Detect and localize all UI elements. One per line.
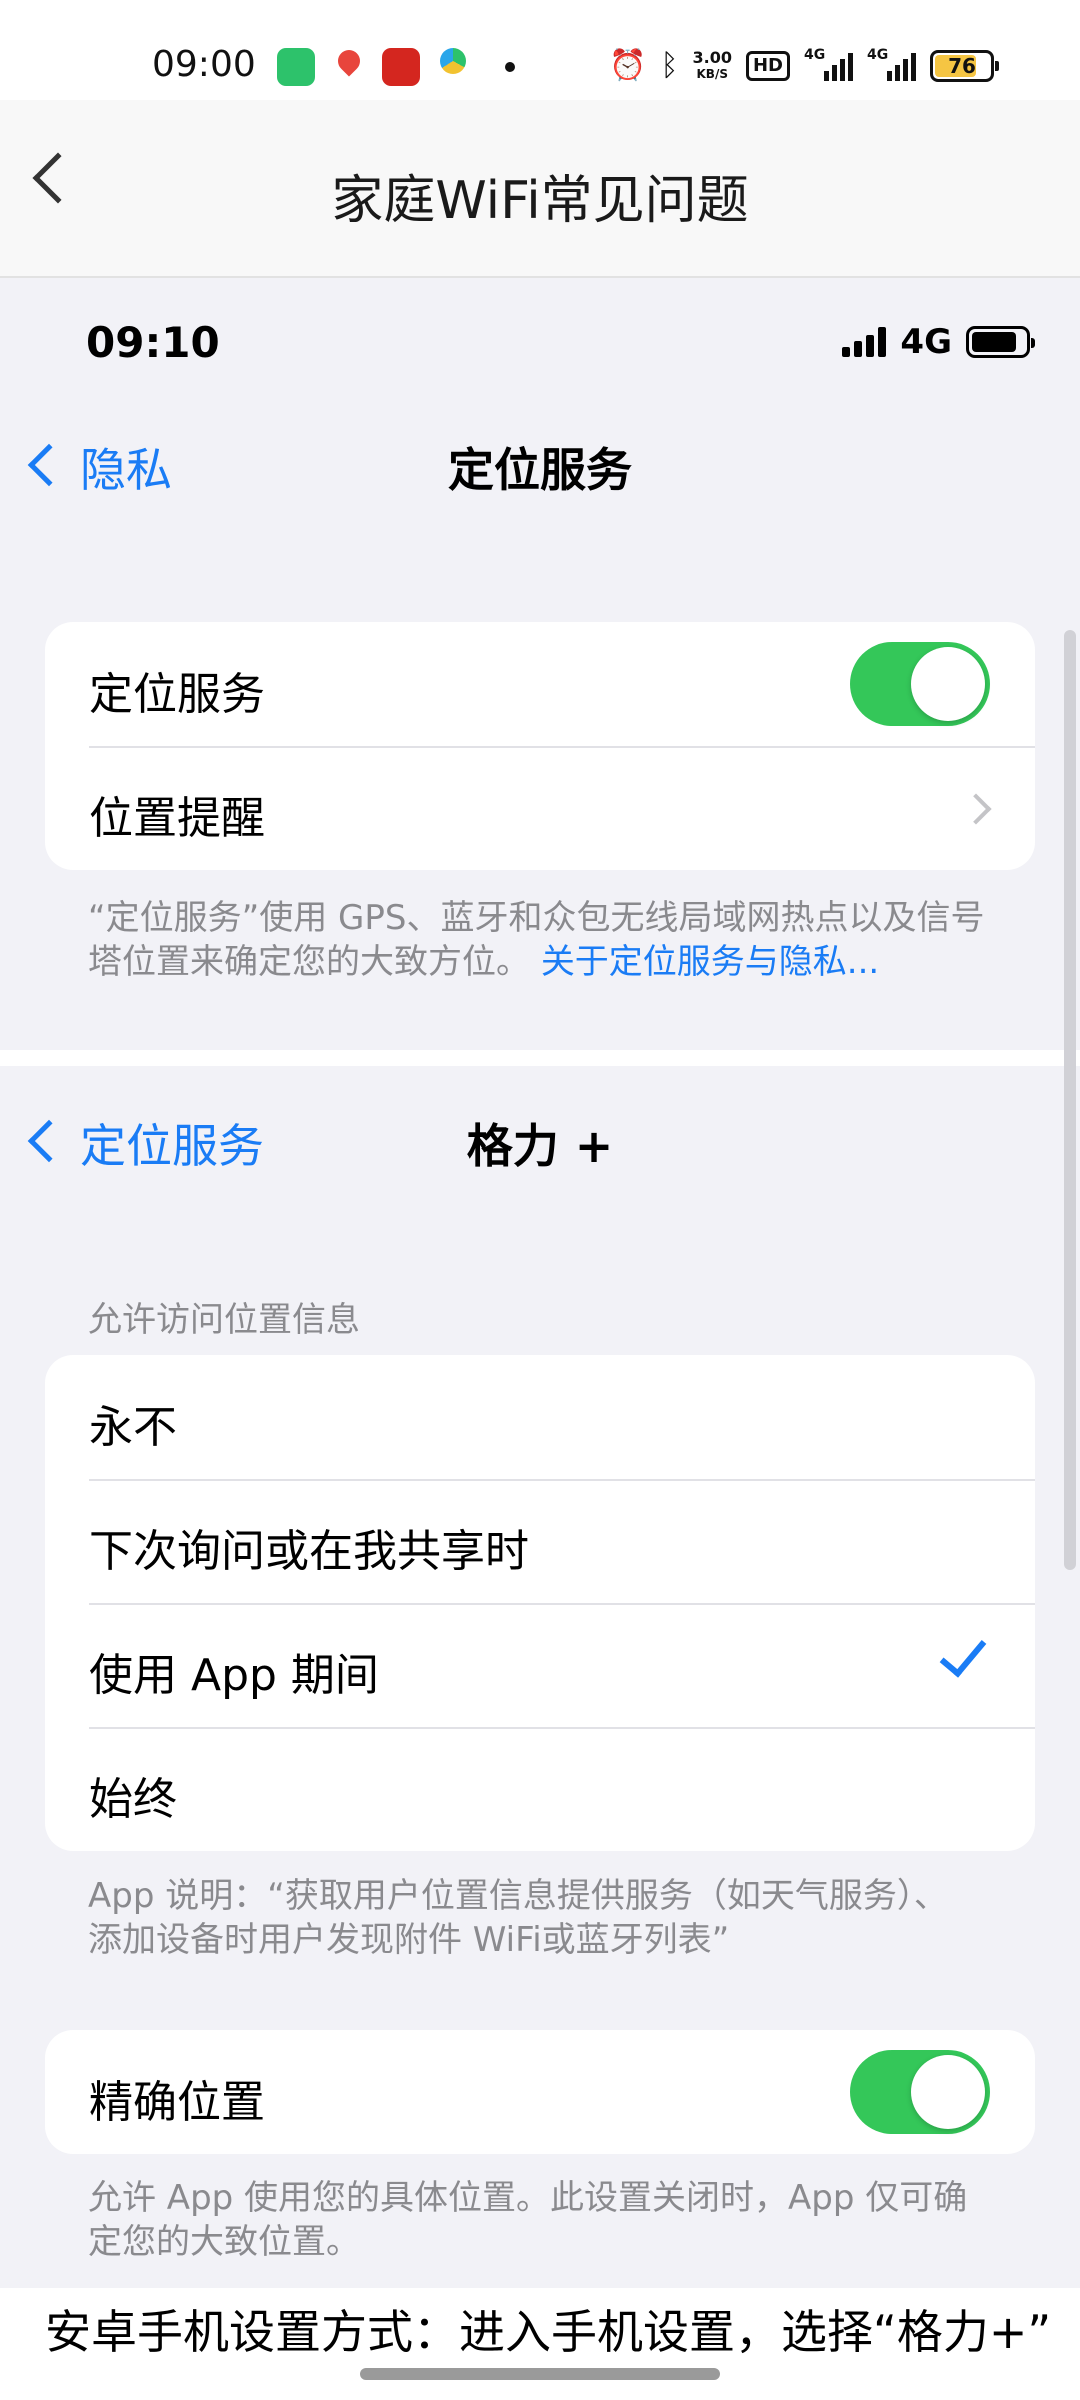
option-never-row[interactable]: 永不: [45, 1355, 1035, 1479]
signal-1-network-label: 4G: [804, 47, 826, 63]
chevron-right-icon: [960, 793, 992, 825]
location-services-footnote: “定位服务”使用 GPS、蓝牙和众包无线局域网热点以及信号塔位置来确定您的大致方…: [88, 896, 988, 984]
ios-network-label: 4G: [900, 322, 952, 362]
allow-location-section-header: 允许访问位置信息: [88, 1300, 360, 1340]
ios-status-time: 09:10: [86, 318, 220, 367]
precise-location-group: 精确位置: [45, 2030, 1035, 2154]
more-notifications-dot-icon: [505, 62, 515, 72]
hd-voice-icon: HD: [745, 51, 790, 81]
location-alerts-row[interactable]: 位置提醒: [45, 748, 1035, 870]
signal-strength-1-icon: 4G: [804, 47, 853, 81]
network-speed: 3.00 KB/S: [693, 50, 732, 82]
signal-2-network-label: 4G: [867, 47, 889, 63]
location-services-group: 定位服务 位置提醒: [45, 622, 1035, 870]
chat-app-notification-icon: [277, 48, 315, 86]
battery-icon: 76: [930, 50, 999, 82]
scrollbar[interactable]: [1064, 630, 1076, 1570]
bluetooth-icon: ᛒ: [660, 48, 679, 83]
location-access-options-group: 永不 下次询问或在我共享时 使用 App 期间 始终: [45, 1355, 1035, 1851]
map-pin-notification-icon: [330, 48, 368, 86]
precise-location-label: 精确位置: [89, 2077, 265, 2128]
option-always-row[interactable]: 始终: [45, 1729, 1035, 1851]
option-ask-next-time-label: 下次询问或在我共享时: [89, 1526, 529, 1577]
precise-location-toggle[interactable]: [850, 2050, 990, 2134]
status-bar-indicators: ⏰ ᛒ 3.00 KB/S HD 4G 4G 76: [609, 44, 999, 88]
page-title: 家庭WiFi常见问题: [331, 171, 749, 231]
ios-battery-icon: [966, 326, 1035, 358]
precise-location-footnote: 允许 App 使用您的具体位置。此设置关闭时，App 仅可确定您的大致位置。: [88, 2178, 968, 2262]
ios-status-indicators: 4G: [842, 322, 1035, 362]
about-location-privacy-link[interactable]: 关于定位服务与隐私...: [541, 942, 879, 982]
battery-level: 76: [948, 54, 976, 78]
network-speed-value: 3.00: [692, 48, 732, 67]
status-bar-time: 09:00: [152, 44, 256, 85]
alarm-icon: ⏰: [609, 48, 647, 83]
ios-screenshot-area: [0, 278, 1080, 2288]
ios-signal-icon: [842, 327, 887, 357]
location-services-label: 定位服务: [89, 669, 265, 720]
network-speed-unit: KB/S: [696, 67, 728, 81]
video-app-notification-icon: [434, 48, 472, 86]
option-while-using-row[interactable]: 使用 App 期间: [45, 1605, 1035, 1727]
option-while-using-label: 使用 App 期间: [89, 1650, 379, 1701]
location-services-title: 定位服务: [448, 443, 632, 497]
precise-location-row[interactable]: 精确位置: [45, 2030, 1035, 2154]
screenshot-divider: [0, 1050, 1080, 1066]
location-services-toggle[interactable]: [850, 642, 990, 726]
location-services-row[interactable]: 定位服务: [45, 622, 1035, 746]
option-always-label: 始终: [89, 1774, 177, 1825]
caption-text: 安卓手机设置方式：进入手机设置，选择“格力+”: [45, 2305, 1052, 2359]
checkmark-icon: [939, 1628, 987, 1678]
app-location-title: 格力 +: [466, 1119, 614, 1173]
home-indicator[interactable]: [360, 2368, 720, 2380]
app-explanation-note: App 说明：“获取用户位置信息提供服务（如天气服务）、 添加设备时用户发现附件…: [88, 1876, 948, 1960]
location-alerts-label: 位置提醒: [89, 793, 265, 844]
study-app-notification-icon: [382, 48, 420, 86]
option-never-label: 永不: [89, 1402, 177, 1453]
signal-strength-2-icon: 4G: [867, 47, 916, 81]
option-ask-next-time-row[interactable]: 下次询问或在我共享时: [45, 1481, 1035, 1603]
